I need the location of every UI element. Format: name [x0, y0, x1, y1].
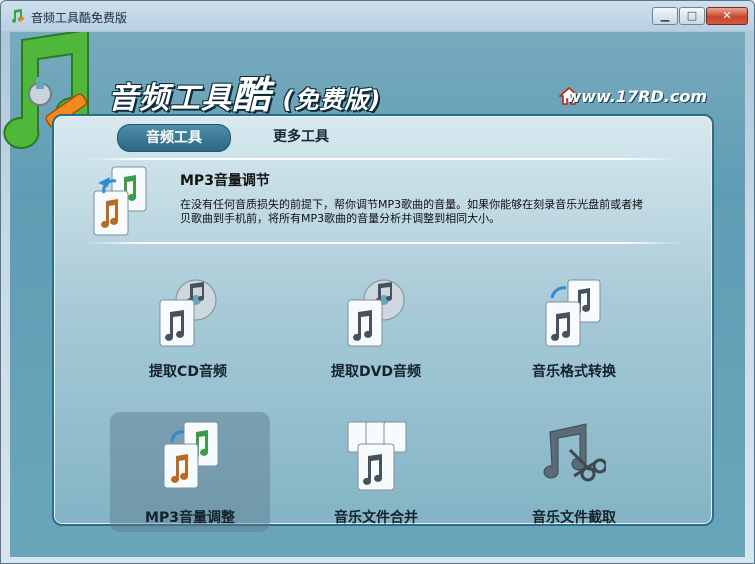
tool-extract-dvd[interactable]: 提取DVD音频	[296, 266, 456, 386]
cd-music-icon	[159, 279, 217, 347]
volume-adjust-icon	[93, 166, 147, 236]
format-convert-icon	[545, 279, 601, 347]
divider-top	[84, 158, 682, 160]
app-note-icon	[12, 9, 25, 23]
tool-panel: 音频工具 更多工具 MP3音量调节 在没有任何音质损失的前提下，帮你调节MP3歌…	[52, 114, 714, 532]
tool-extract-cd[interactable]: 提取CD音频	[108, 266, 268, 386]
maximize-icon: □	[686, 9, 698, 22]
description-title: MP3音量调节	[180, 173, 270, 189]
tool-label: 音乐格式转换	[532, 364, 616, 380]
title-bar[interactable]: 音频工具酷免费版 ▁ □ ✕	[1, 1, 754, 31]
tool-label: 音乐文件合并	[334, 510, 418, 526]
volume-adjust-icon	[163, 421, 219, 489]
tool-label: 提取DVD音频	[330, 364, 422, 380]
divider-bottom	[84, 242, 682, 244]
website-link[interactable]: www.17RD.com	[567, 87, 708, 106]
main-content: 音频工具酷 (免费版) www.17RD.com 音频工具 更多工具 MP3音量…	[3, 32, 745, 557]
tool-format-convert[interactable]: 音乐格式转换	[494, 266, 654, 386]
minimize-button[interactable]: ▁	[652, 7, 678, 25]
tool-label: MP3音量调整	[145, 510, 235, 526]
merge-files-icon	[347, 421, 407, 491]
window-controls: ▁ □ ✕	[651, 7, 748, 25]
minimize-icon: ▁	[660, 9, 670, 22]
dvd-music-icon	[347, 279, 405, 347]
brand-sub: (免费版)	[282, 86, 382, 114]
window-title: 音频工具酷免费版	[31, 11, 128, 25]
close-button[interactable]: ✕	[706, 7, 748, 25]
brand-big: 酷	[232, 73, 272, 117]
tool-label: 音乐文件截取	[532, 510, 616, 526]
tool-merge-files[interactable]: 音乐文件合并	[296, 412, 456, 532]
close-icon: ✕	[722, 9, 732, 22]
cut-music-icon	[543, 423, 606, 482]
description-text: 在没有任何音质损失的前提下，帮你调节MP3歌曲的音量。如果你能够在刻录音乐光盘前…	[180, 198, 644, 225]
tool-cut-music[interactable]: 音乐文件截取	[494, 412, 654, 532]
tool-label: 提取CD音频	[149, 364, 227, 380]
header-banner: 音频工具酷 (免费版) www.17RD.com	[3, 32, 745, 149]
tab-audio-tools[interactable]: 音频工具	[117, 124, 231, 152]
maximize-button[interactable]: □	[679, 7, 705, 25]
brand-title: 音频工具酷 (免费版)	[108, 64, 381, 119]
app-window: 音频工具酷免费版 ▁ □ ✕ 音频工具酷 (免费版) www.17RD.com	[0, 0, 755, 564]
brand-main: 音频工具	[108, 81, 232, 116]
tool-mp3-volume[interactable]: MP3音量调整	[110, 412, 270, 532]
tab-more-tools[interactable]: 更多工具	[256, 124, 346, 150]
